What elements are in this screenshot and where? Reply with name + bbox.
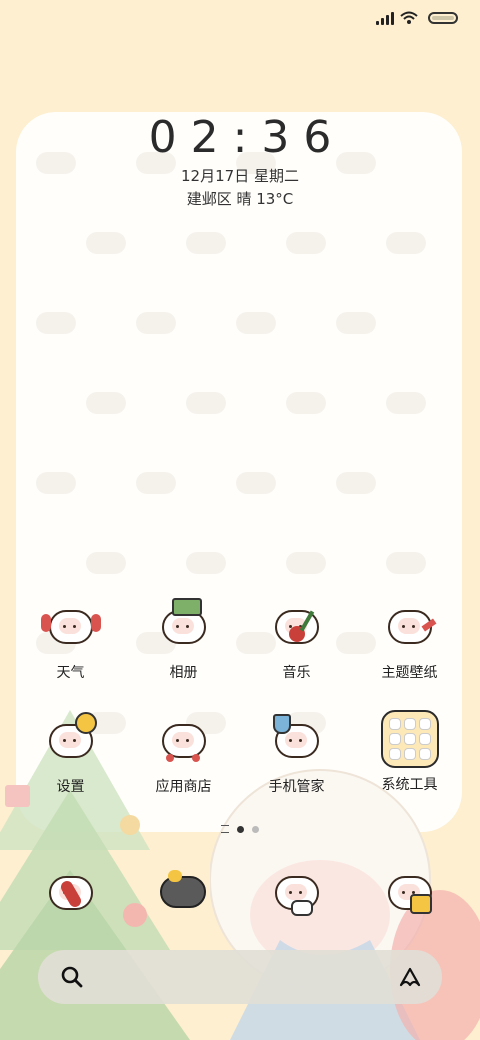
settings-sheep-icon: [41, 710, 101, 770]
camera-sheep-icon: [380, 862, 440, 922]
app-label: 应用商店: [155, 779, 212, 795]
phone-sheep-icon: [41, 862, 101, 922]
app-themes[interactable]: 主题壁纸: [353, 596, 466, 682]
theme-sheep-icon: [380, 596, 440, 656]
wifi-icon: [400, 11, 418, 24]
page-indicator[interactable]: [0, 825, 480, 833]
weather-summary: 建邺区 晴 13°C: [186, 190, 294, 208]
app-gallery[interactable]: 相册: [127, 596, 240, 682]
assistant-icon[interactable]: [398, 965, 422, 989]
app-weather[interactable]: 天气: [14, 596, 127, 682]
dock: [14, 862, 480, 922]
app-system-tools-folder[interactable]: 系统工具: [353, 710, 466, 796]
app-store[interactable]: 应用商店: [127, 710, 240, 796]
app-row-2: 设置 应用商店 手机管家 系统工具: [14, 710, 480, 796]
app-store-sheep-icon: [154, 710, 214, 770]
signal-icon: [376, 11, 394, 25]
app-settings[interactable]: 设置: [14, 710, 127, 796]
search-bar[interactable]: [38, 950, 442, 1004]
dock-camera[interactable]: [353, 862, 466, 922]
music-sheep-icon: [267, 596, 327, 656]
page-dot-current: [237, 825, 244, 833]
app-label: 手机管家: [268, 779, 325, 795]
weather-sheep-icon: [40, 596, 101, 656]
dock-contacts[interactable]: [127, 862, 240, 922]
app-music[interactable]: 音乐: [240, 596, 353, 682]
app-phone-manager[interactable]: 手机管家: [240, 710, 353, 796]
app-label: 系统工具: [381, 777, 438, 793]
page-list-icon: [221, 825, 229, 833]
app-label: 天气: [56, 665, 85, 681]
app-label: 音乐: [282, 665, 311, 681]
app-label: 主题壁纸: [381, 665, 438, 681]
dock-messages[interactable]: [240, 862, 353, 922]
clock-date: 12月17日 星期二: [181, 167, 299, 185]
app-label: 设置: [56, 779, 85, 795]
gallery-sheep-icon: [154, 596, 214, 656]
page-dot: [252, 825, 259, 833]
contacts-mouse-icon: [154, 862, 214, 922]
app-row-1: 天气 相册 音乐 主题壁纸: [14, 596, 480, 682]
messages-sheep-icon: [267, 862, 327, 922]
battery-icon: [428, 12, 458, 24]
search-icon[interactable]: [60, 965, 84, 989]
dock-phone[interactable]: [14, 862, 127, 922]
app-label: 相册: [169, 665, 198, 681]
system-tools-folder-icon: [380, 710, 439, 768]
status-bar: [0, 0, 480, 40]
clock-time: 02:36: [148, 112, 346, 163]
security-sheep-icon: [267, 710, 327, 770]
clock-widget[interactable]: 02:36 12月17日 星期二 建邺区 晴 13°C: [0, 112, 480, 209]
